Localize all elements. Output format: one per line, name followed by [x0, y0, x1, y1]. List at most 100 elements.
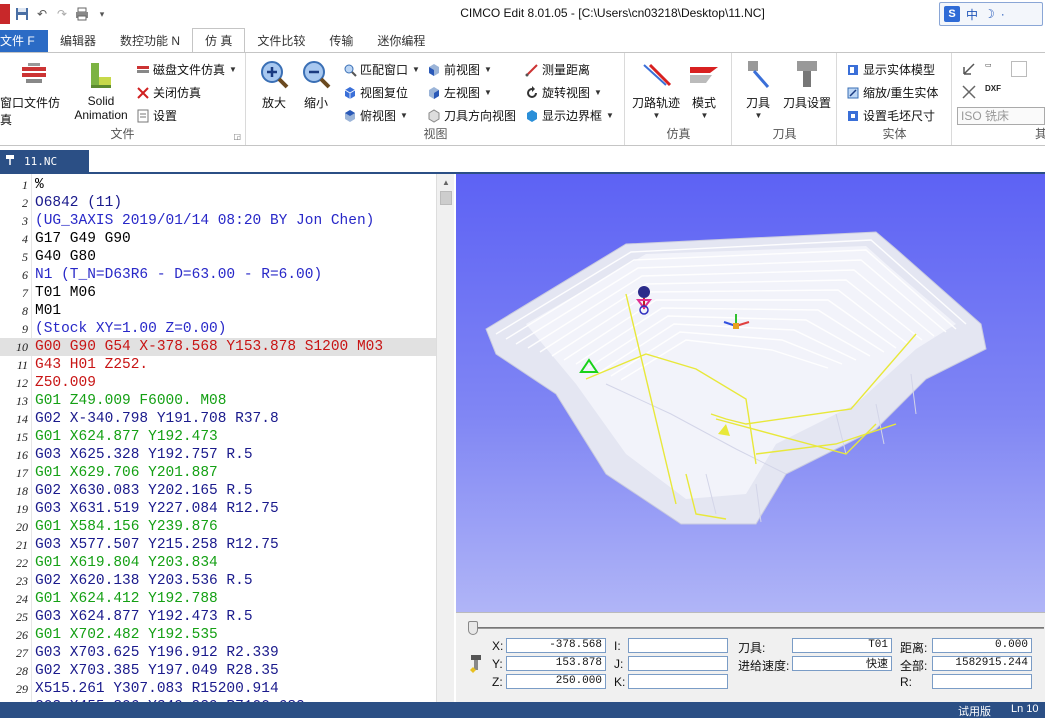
- reset-view-icon: [344, 86, 356, 99]
- left-view-icon: [429, 86, 439, 99]
- ime-moon-icon[interactable]: ☽: [984, 7, 995, 21]
- zoom-in-button[interactable]: 放大: [255, 59, 293, 111]
- code-text: X515.261 Y307.083 R15200.914: [35, 681, 279, 697]
- code-line[interactable]: 18 G02 X630.083 Y202.165 R.5: [0, 482, 436, 500]
- zoom-regen-button[interactable]: 缩放/重生实体: [846, 84, 938, 101]
- ime-mode[interactable]: 中: [966, 6, 978, 23]
- total-label: 全部:: [900, 659, 928, 673]
- scrollbar-thumb[interactable]: [440, 191, 452, 205]
- close-sim-button[interactable]: 关闭仿真: [136, 84, 201, 101]
- left-view-button[interactable]: 左视图 ▼: [427, 84, 492, 101]
- code-line[interactable]: 13 G01 Z49.009 F6000. M08: [0, 392, 436, 410]
- show-solid-button[interactable]: 显示实体模型: [846, 61, 935, 78]
- code-line[interactable]: 25 G03 X624.877 Y192.473 R.5: [0, 608, 436, 626]
- code-line[interactable]: 20 G01 X584.156 Y239.876: [0, 518, 436, 536]
- code-line[interactable]: 19 G03 X631.519 Y227.084 R12.75: [0, 500, 436, 518]
- machine-select[interactable]: ISO 铣床: [957, 107, 1045, 125]
- code-line[interactable]: 27 G03 X703.625 Y196.912 R2.339: [0, 644, 436, 662]
- tab-file-compare[interactable]: 文件比较: [245, 30, 317, 52]
- rotate-view-icon: [527, 85, 537, 98]
- tool-dir-view-button[interactable]: 刀具方向视图: [427, 107, 516, 124]
- ime-dot-icon[interactable]: ·: [1001, 7, 1005, 21]
- line-number: 12: [16, 376, 28, 390]
- file-export-icon[interactable]: ▭: [985, 61, 1003, 77]
- code-line[interactable]: 7 T01 M06: [0, 284, 436, 302]
- reset-view-label: 视图复位: [360, 86, 409, 100]
- chevron-down-icon: ▼: [700, 111, 709, 120]
- toolpath-label: 刀路轨迹: [631, 96, 680, 110]
- rotate-view-button[interactable]: 旋转视图 ▼: [525, 84, 602, 101]
- code-line[interactable]: 22 G01 X619.804 Y203.834: [0, 554, 436, 572]
- code-line[interactable]: 24 G01 X624.412 Y192.788: [0, 590, 436, 608]
- measure-distance-button[interactable]: 测量距离: [525, 61, 590, 78]
- dxf-icon[interactable]: DXF: [985, 84, 1007, 100]
- tool-label: 刀具: [745, 96, 770, 110]
- code-line[interactable]: 15 G01 X624.877 Y192.473: [0, 428, 436, 446]
- code-line[interactable]: 5 G40 G80: [0, 248, 436, 266]
- show-bounds-button[interactable]: 显示边界框 ▼: [525, 107, 614, 124]
- code-line[interactable]: 8 M01: [0, 302, 436, 320]
- slider-knob[interactable]: [468, 621, 478, 635]
- line-number: 15: [16, 430, 28, 444]
- code-line[interactable]: 4 G17 G49 G90: [0, 230, 436, 248]
- solid-animation-button[interactable]: Solid Animation: [70, 59, 132, 122]
- dialog-launcher-icon[interactable]: ◲: [233, 132, 241, 141]
- stock-size-button[interactable]: 设置毛坯尺寸: [846, 107, 935, 124]
- code-line[interactable]: 11 G43 H01 Z252.: [0, 356, 436, 374]
- code-line[interactable]: 9 (Stock XY=1.00 Z=0.00): [0, 320, 436, 338]
- fit-window-button[interactable]: 匹配窗口 ▼: [343, 61, 420, 78]
- document-tab[interactable]: 11.NC: [0, 150, 89, 172]
- code-line[interactable]: 6 N1 (T_N=D63R6 - D=63.00 - R=6.00): [0, 266, 436, 284]
- chevron-down-icon: ▼: [400, 111, 408, 120]
- document-pin-icon[interactable]: [4, 154, 16, 169]
- mode-button[interactable]: 模式 ▼: [684, 59, 724, 120]
- code-text: G01 X624.412 Y192.788: [35, 591, 218, 607]
- tab-editor[interactable]: 编辑器: [48, 30, 108, 52]
- code-line[interactable]: 21 G03 X577.507 Y215.258 R12.75: [0, 536, 436, 554]
- code-line[interactable]: 23 G02 X620.138 Y203.536 R.5: [0, 572, 436, 590]
- code-line[interactable]: 17 G01 X629.706 Y201.887: [0, 464, 436, 482]
- stl-icon[interactable]: [961, 84, 977, 100]
- nc-editor[interactable]: 1% 2 O6842 (11) 3 (UG_3AXIS 2019/01/14 08:20…: [0, 174, 436, 702]
- tool-button[interactable]: 刀具 ▼: [735, 59, 781, 120]
- code-text: G03 X703.625 Y196.912 R2.339: [35, 645, 279, 661]
- code-line[interactable]: 3 (UG_3AXIS 2019/01/14 08:20 BY Jon Chen): [0, 212, 436, 230]
- code-line[interactable]: 16 G03 X625.328 Y192.757 R.5: [0, 446, 436, 464]
- settings-button[interactable]: 设置: [136, 107, 177, 124]
- tab-transfer[interactable]: 传输: [317, 30, 365, 52]
- reset-view-button[interactable]: 视图复位: [343, 84, 408, 101]
- code-line[interactable]: 1%: [0, 176, 436, 194]
- window-sim-button[interactable]: 窗口文件仿真: [0, 59, 68, 128]
- code-text: G03 X624.877 Y192.473 R.5: [35, 609, 253, 625]
- close-sim-icon: [137, 86, 149, 99]
- code-line[interactable]: 2 O6842 (11): [0, 194, 436, 212]
- tab-nc-functions[interactable]: 数控功能 N: [108, 30, 192, 52]
- front-view-button[interactable]: 前视图 ▼: [427, 61, 492, 78]
- ribbon-tabs: 文件 F 编辑器 数控功能 N 仿 真 文件比较 传输 迷你编程: [0, 28, 1045, 52]
- z-value: 250.000: [506, 674, 606, 689]
- code-line[interactable]: 28 G02 X703.385 Y197.049 R28.35: [0, 662, 436, 680]
- ime-toolbar[interactable]: S 中 ☽ ·: [939, 2, 1043, 26]
- code-line[interactable]: 10 G00 G90 G54 X-378.568 Y153.878 S1200 M…: [0, 338, 436, 356]
- toolpath-button[interactable]: 刀路轨迹 ▼: [628, 59, 684, 120]
- axis-icon[interactable]: [961, 61, 977, 77]
- disk-sim-button[interactable]: 磁盘文件仿真 ▼: [136, 61, 237, 78]
- simulation-viewport[interactable]: [456, 174, 1045, 612]
- code-line[interactable]: 12 Z50.009: [0, 374, 436, 392]
- top-view-button[interactable]: 俯视图 ▼: [343, 107, 408, 124]
- tab-mini-programming[interactable]: 迷你编程: [365, 30, 437, 52]
- sim-progress-slider[interactable]: [466, 621, 1044, 635]
- tab-simulation[interactable]: 仿 真: [192, 28, 246, 52]
- code-line[interactable]: 29 X515.261 Y307.083 R15200.914: [0, 680, 436, 698]
- tab-file[interactable]: 文件 F: [0, 30, 48, 52]
- tool-settings-button[interactable]: 刀具设置: [781, 59, 833, 111]
- scroll-up-icon[interactable]: ▲: [437, 174, 455, 190]
- panel-icon[interactable]: [1011, 61, 1027, 77]
- code-line[interactable]: 14 G02 X-340.798 Y191.708 R37.8: [0, 410, 436, 428]
- zoom-out-button[interactable]: 缩小: [297, 59, 335, 111]
- line-number: 10: [16, 340, 28, 354]
- editor-scrollbar[interactable]: ▲: [436, 174, 454, 702]
- fit-window-icon: [344, 64, 357, 77]
- code-text: G03 X631.519 Y227.084 R12.75: [35, 501, 279, 517]
- code-line[interactable]: 26 G01 X702.482 Y192.535: [0, 626, 436, 644]
